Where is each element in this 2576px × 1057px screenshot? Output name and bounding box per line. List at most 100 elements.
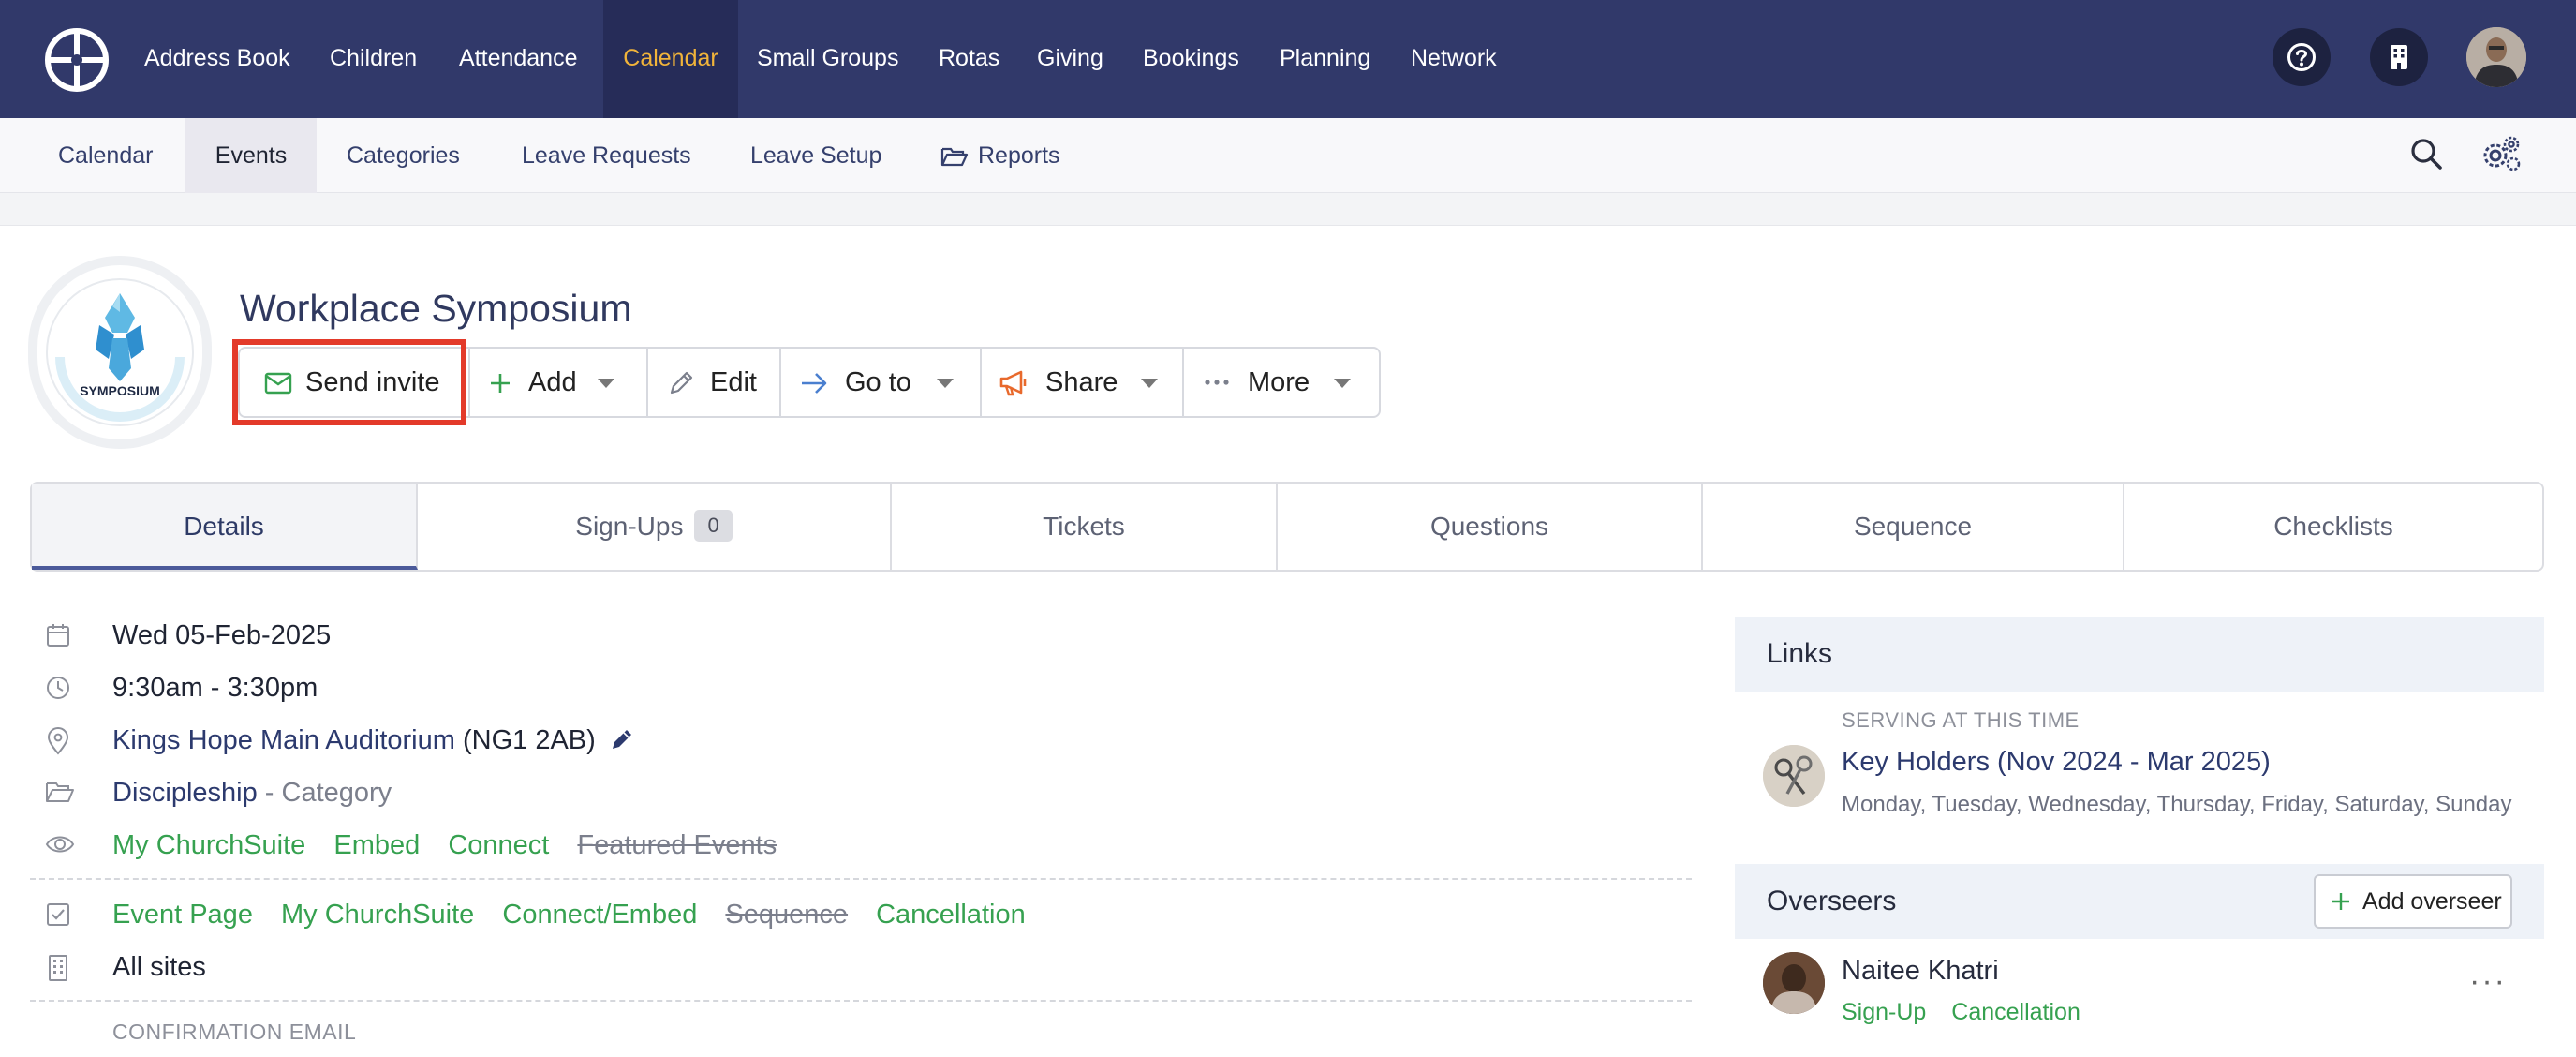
overseer-cancellation-link[interactable]: Cancellation (1951, 999, 2080, 1025)
nav-rotas[interactable]: Rotas (939, 0, 999, 118)
links-panel-header: Links (1735, 617, 2544, 692)
add-label: Add (528, 367, 577, 397)
page-background-strip (0, 193, 2576, 225)
nav-small-groups[interactable]: Small Groups (757, 0, 898, 118)
sites-value: All sites (112, 952, 206, 982)
nav-network[interactable]: Network (1411, 0, 1497, 118)
goto-caret-icon (937, 379, 954, 388)
detail-visibility-row: My ChurchSuite Embed Connect Featured Ev… (37, 823, 1705, 868)
category-link[interactable]: Discipleship (112, 778, 258, 808)
tab-questions[interactable]: Questions (1278, 484, 1703, 570)
visibility-my-churchsuite[interactable]: My ChurchSuite (112, 830, 305, 860)
edit-button[interactable]: Edit (648, 349, 781, 416)
event-tabs: Details Sign-Ups 0 Tickets Questions Sequ… (30, 482, 2544, 572)
tab-checklists[interactable]: Checklists (2124, 484, 2542, 570)
sign-ups-count-badge: 0 (694, 509, 733, 542)
event-logo: SYMPOSIUM (37, 265, 202, 439)
edit-label: Edit (710, 367, 757, 397)
nav-planning[interactable]: Planning (1280, 0, 1370, 118)
pencil-icon (670, 371, 693, 395)
visibility-embed[interactable]: Embed (333, 830, 420, 860)
checkbox-icon (47, 903, 69, 926)
location-link[interactable]: Kings Hope Main Auditorium (112, 725, 455, 755)
share-button[interactable]: Share (982, 349, 1184, 416)
eye-icon (45, 836, 75, 853)
more-button[interactable]: More (1184, 349, 1381, 416)
keys-image (1763, 745, 1825, 807)
overseer-more-menu-icon[interactable]: ··· (2469, 963, 2507, 1000)
nav-children[interactable]: Children (330, 0, 417, 118)
overseer-name[interactable]: Naitee Khatri (1842, 956, 1999, 987)
overseer-signup-link[interactable]: Sign-Up (1842, 999, 1926, 1025)
add-overseer-label: Add overseer (2362, 888, 2502, 915)
tab-details[interactable]: Details (32, 484, 418, 570)
event-title: Workplace Symposium (240, 287, 632, 330)
tab-sequence[interactable]: Sequence (1703, 484, 2124, 570)
nav-bookings[interactable]: Bookings (1143, 0, 1239, 118)
option-event-page[interactable]: Event Page (112, 900, 253, 930)
serving-days: Monday, Tuesday, Wednesday, Thursday, Fr… (1842, 792, 2512, 817)
arrow-right-icon (802, 373, 827, 394)
subnav-leave-setup[interactable]: Leave Setup (750, 118, 881, 193)
nav-address-book[interactable]: Address Book (144, 0, 290, 118)
nav-attendance[interactable]: Attendance (459, 0, 578, 118)
location-postcode: (NG1 2AB) (462, 725, 596, 755)
user-avatar[interactable] (2466, 27, 2526, 87)
option-connect-embed[interactable]: Connect/Embed (502, 900, 697, 930)
megaphone-icon (999, 370, 1027, 396)
share-label: Share (1045, 367, 1118, 397)
symposium-logo-image (46, 278, 194, 426)
send-invite-highlight (232, 339, 466, 425)
detail-time-row: 9:30am - 3:30pm (37, 665, 1705, 710)
plus-icon (2332, 893, 2349, 910)
nav-calendar[interactable]: Calendar (603, 0, 738, 118)
subnav-calendar[interactable]: Calendar (58, 118, 153, 193)
clock-icon (47, 677, 69, 699)
subnav-leave-requests[interactable]: Leave Requests (522, 118, 691, 193)
goto-label: Go to (845, 367, 911, 397)
sub-navigation-bar: Calendar Events Categories Leave Request… (0, 118, 2576, 193)
calendar-icon (47, 624, 69, 647)
subnav-reports[interactable]: Reports (940, 118, 1060, 193)
visibility-connect[interactable]: Connect (448, 830, 549, 860)
more-label: More (1248, 367, 1310, 397)
sites-button[interactable] (2370, 28, 2428, 86)
overseer-avatar (1763, 952, 1825, 1014)
help-button[interactable] (2273, 28, 2331, 86)
settings-gears-icon[interactable] (2480, 135, 2522, 172)
share-caret-icon (1141, 379, 1158, 388)
search-icon[interactable] (2409, 137, 2443, 171)
help-icon (2287, 43, 2316, 71)
detail-category-row: Discipleship - Category (37, 770, 1705, 815)
edit-location-pencil-icon[interactable] (609, 726, 635, 752)
subnav-events[interactable]: Events (185, 118, 317, 193)
more-caret-icon (1334, 379, 1351, 388)
tab-sign-ups[interactable]: Sign-Ups 0 (418, 484, 892, 570)
details-divider (30, 878, 1692, 880)
details-divider-2 (30, 1000, 1692, 1002)
event-time: 9:30am - 3:30pm (112, 673, 318, 703)
category-suffix: - Category (264, 778, 392, 808)
visibility-featured-events[interactable]: Featured Events (577, 830, 777, 860)
option-cancellation[interactable]: Cancellation (876, 900, 1026, 930)
tab-tickets[interactable]: Tickets (892, 484, 1278, 570)
nav-giving[interactable]: Giving (1037, 0, 1103, 118)
goto-button[interactable]: Go to (781, 349, 982, 416)
serving-rota-link[interactable]: Key Holders (Nov 2024 - Mar 2025) (1842, 747, 2271, 778)
detail-options-row: Event Page My ChurchSuite Connect/Embed … (37, 892, 1705, 937)
event-date: Wed 05-Feb-2025 (112, 620, 332, 650)
detail-date-row: Wed 05-Feb-2025 (37, 613, 1705, 658)
tab-sign-ups-label: Sign-Ups (575, 512, 684, 541)
option-sequence[interactable]: Sequence (725, 900, 848, 930)
confirmation-email-label: CONFIRMATION EMAIL (112, 1020, 357, 1044)
subnav-categories[interactable]: Categories (347, 118, 460, 193)
building-icon (49, 955, 67, 981)
subnav-reports-label: Reports (978, 142, 1060, 169)
add-overseer-button[interactable]: Add overseer (2314, 874, 2512, 929)
add-button[interactable]: Add (470, 349, 648, 416)
overseers-panel-title: Overseers (1767, 886, 1897, 916)
option-my-churchsuite[interactable]: My ChurchSuite (281, 900, 474, 930)
links-panel-title: Links (1767, 638, 1833, 669)
plus-icon (491, 374, 510, 393)
churchsuite-logo-icon[interactable] (45, 28, 109, 92)
